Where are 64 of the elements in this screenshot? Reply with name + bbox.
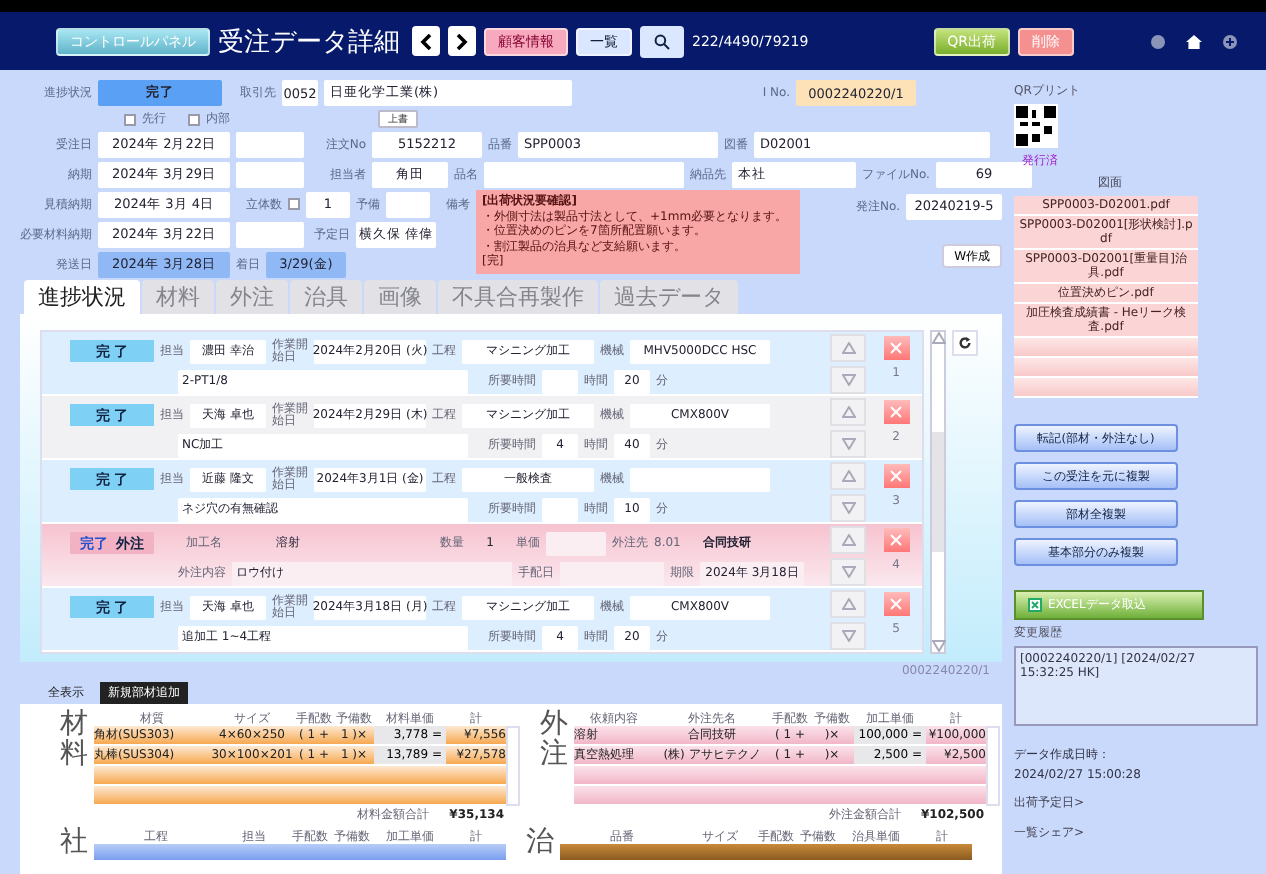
delete-button[interactable] (883, 336, 909, 360)
triangle-up-icon (841, 597, 855, 609)
triangle-down-icon (931, 640, 945, 652)
next-button[interactable] (448, 26, 476, 56)
triangle-down-icon (841, 565, 855, 577)
delete-button[interactable] (883, 592, 909, 616)
refresh-icon (958, 336, 972, 350)
close-icon (890, 406, 902, 418)
window-title: 受注データ詳細 (218, 25, 400, 59)
spreadsheet-icon (1028, 598, 1042, 612)
section-title: 社 (60, 828, 88, 860)
arrange-date-field[interactable] (560, 561, 664, 585)
move-up-button[interactable] (830, 397, 866, 425)
triangle-up-icon (841, 469, 855, 481)
machine-field[interactable] (630, 467, 770, 491)
triangle-down-icon (841, 373, 855, 385)
move-up-button[interactable] (830, 525, 866, 553)
close-icon (890, 342, 902, 354)
move-down-button[interactable] (830, 621, 866, 649)
previous-button[interactable] (412, 26, 440, 56)
section-title: 外注 (540, 710, 568, 775)
refresh-button[interactable] (952, 330, 978, 356)
plus-icon[interactable] (1222, 33, 1238, 49)
tab[interactable]: 進捗状況 (24, 280, 140, 314)
search-icon (654, 33, 670, 49)
chevron-left-icon (420, 33, 432, 49)
section-title: 材料 (60, 710, 88, 775)
product-name-field[interactable] (484, 161, 684, 187)
search-button[interactable] (640, 25, 684, 57)
circle-icon[interactable] (1150, 33, 1166, 49)
spare-field[interactable] (386, 191, 430, 217)
triangle-up-icon (841, 341, 855, 353)
move-down-button[interactable] (830, 429, 866, 457)
delete-button[interactable] (883, 400, 909, 424)
checkbox[interactable] (124, 113, 136, 125)
checkbox[interactable] (188, 113, 200, 125)
hours-field[interactable] (542, 497, 578, 521)
triangle-up-icon (931, 332, 945, 344)
section-title: 治 (526, 828, 554, 860)
triangle-up-icon (841, 533, 855, 545)
delete-button[interactable] (883, 464, 909, 488)
home-icon[interactable] (1186, 33, 1202, 49)
triangle-down-icon (841, 629, 855, 641)
move-up-button[interactable] (830, 333, 866, 361)
move-up-button[interactable] (830, 461, 866, 489)
move-down-button[interactable] (830, 493, 866, 521)
close-icon (890, 470, 902, 482)
close-icon (890, 598, 902, 610)
triangle-down-icon (841, 501, 855, 513)
move-down-button[interactable] (830, 557, 866, 585)
chevron-right-icon (456, 33, 468, 49)
move-down-button[interactable] (830, 365, 866, 393)
close-icon (890, 534, 902, 546)
triangle-down-icon (841, 437, 855, 449)
input-field[interactable] (236, 131, 304, 157)
input-field[interactable] (236, 161, 304, 187)
input-field[interactable] (236, 221, 304, 247)
triangle-up-icon (841, 405, 855, 417)
hours-field[interactable] (542, 369, 578, 393)
price-field[interactable] (546, 531, 606, 555)
checkbox[interactable] (288, 198, 300, 210)
move-up-button[interactable] (830, 589, 866, 617)
qr-code-icon (1014, 104, 1058, 148)
delete-button[interactable] (883, 528, 909, 552)
